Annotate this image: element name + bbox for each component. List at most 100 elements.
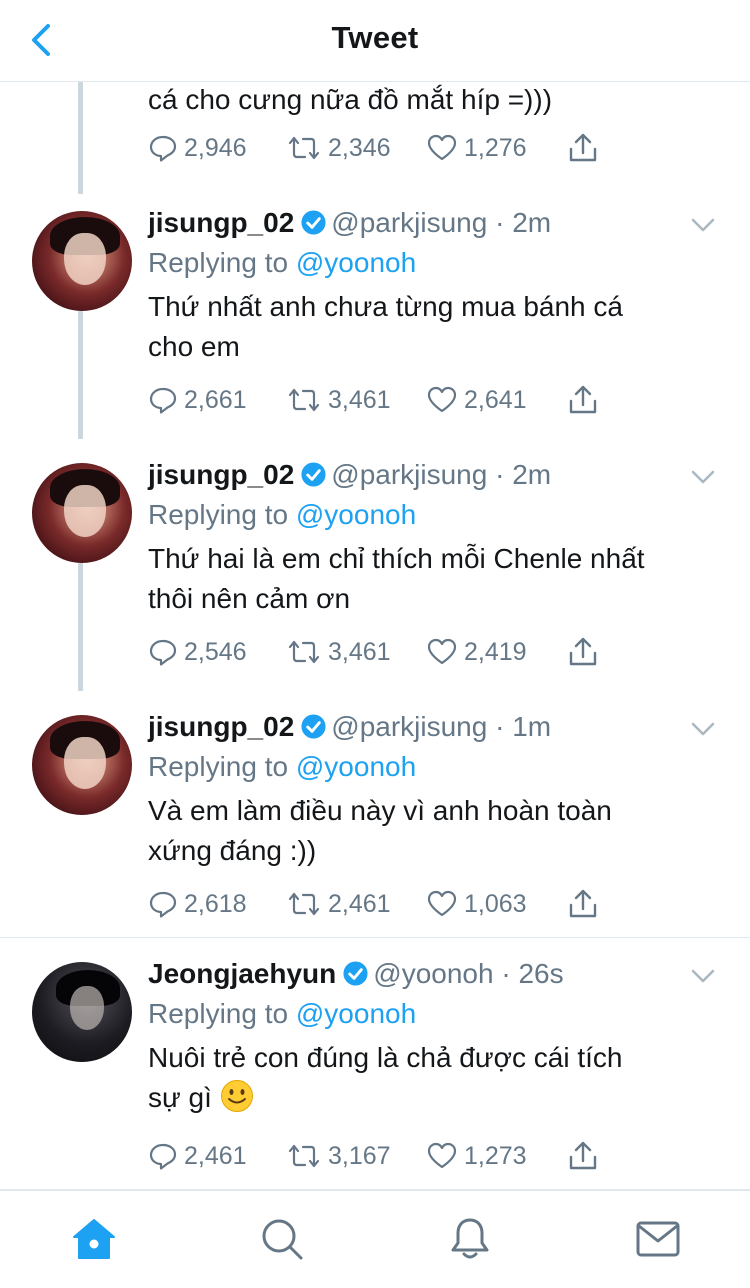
like-button[interactable]: 2,641 [426, 382, 527, 418]
reply-count: 2,618 [184, 889, 247, 918]
like-button[interactable]: 2,419 [426, 634, 527, 670]
display-name[interactable]: Jeongjaehyun [148, 958, 336, 989]
timestamp: · 1m [495, 711, 552, 742]
chevron-down-icon[interactable] [690, 469, 716, 485]
share-button[interactable] [566, 382, 606, 418]
tweet[interactable]: Jeongjaehyun @yoonoh · 26s Replying to @y… [0, 938, 750, 1190]
tab-messages[interactable] [628, 1209, 688, 1269]
retweet-button[interactable]: 3,167 [286, 1138, 391, 1174]
replying-to: Replying to @yoonoh [148, 497, 416, 533]
avatar[interactable] [32, 962, 132, 1062]
like-count: 2,641 [464, 385, 527, 414]
like-button[interactable]: 1,273 [426, 1138, 527, 1174]
replying-label: Replying to [148, 998, 289, 1029]
messages-envelope-icon [636, 1221, 680, 1257]
home-icon [73, 1219, 115, 1259]
chevron-down-icon[interactable] [690, 721, 716, 737]
reply-count: 2,946 [184, 133, 247, 162]
slightly-smiling-face-icon [220, 1080, 253, 1112]
bottom-tab-bar [0, 1190, 750, 1288]
tab-home[interactable] [64, 1209, 124, 1269]
tweet-text-line: sự gì [148, 1078, 708, 1118]
tweet-text-line: thôi nên cảm ơn [148, 583, 351, 614]
user-handle[interactable]: @yoonoh [373, 958, 493, 989]
retweet-icon [288, 892, 320, 916]
heart-icon [427, 134, 457, 161]
timestamp: · 2m [495, 207, 552, 238]
retweet-count: 2,346 [328, 133, 391, 162]
display-name[interactable]: jisungp_02 [148, 711, 294, 742]
tweet-actions: 2,661 3,461 2,641 [148, 382, 618, 418]
display-name[interactable]: jisungp_02 [148, 459, 294, 490]
tweet[interactable]: jisungp_02 @parkjisung · 1m Replying to @… [0, 691, 750, 938]
tab-notifications[interactable] [440, 1209, 500, 1269]
tweet-header: jisungp_02 @parkjisung · 1m [148, 709, 551, 745]
like-button[interactable]: 1,063 [426, 886, 527, 922]
display-name[interactable]: jisungp_02 [148, 207, 294, 238]
retweet-button[interactable]: 3,461 [286, 634, 391, 670]
mention-link[interactable]: @yoonoh [296, 751, 416, 782]
page-title: Tweet [331, 20, 419, 55]
top-nav-bar: Tweet [0, 0, 750, 82]
share-icon [569, 889, 597, 918]
heart-icon [427, 386, 457, 413]
verified-badge-icon [301, 462, 326, 487]
reply-count: 2,461 [184, 1141, 247, 1170]
tweet-actions: 2,946 2,346 1,276 [148, 130, 618, 166]
share-button[interactable] [566, 886, 606, 922]
avatar[interactable] [32, 463, 132, 563]
tweet-text-fragment: sự gì [148, 1082, 212, 1113]
mention-link[interactable]: @yoonoh [296, 998, 416, 1029]
chevron-down-icon[interactable] [690, 968, 716, 984]
avatar[interactable] [32, 211, 132, 311]
tweet-text-line: Nuôi trẻ con đúng là chả được cái tích [148, 1042, 623, 1073]
reply-icon [149, 387, 177, 414]
retweet-icon [288, 1144, 320, 1168]
tweet-text: Thứ hai là em chỉ thích mỗi Chenle nhất … [148, 539, 708, 619]
thread-line [78, 563, 83, 691]
share-button[interactable] [566, 130, 606, 166]
retweet-icon [288, 640, 320, 664]
mention-link[interactable]: @yoonoh [296, 247, 416, 278]
reply-button[interactable]: 2,946 [148, 130, 247, 166]
like-button[interactable]: 1,276 [426, 130, 527, 166]
replying-to: Replying to @yoonoh [148, 749, 416, 785]
mention-link[interactable]: @yoonoh [296, 499, 416, 530]
reply-button[interactable]: 2,461 [148, 1138, 247, 1174]
tweet-text: cá cho cưng nữa đồ mắt híp =))) [148, 84, 553, 115]
retweet-button[interactable]: 2,346 [286, 130, 391, 166]
like-count: 2,419 [464, 637, 527, 666]
retweet-button[interactable]: 3,461 [286, 382, 391, 418]
reply-button[interactable]: 2,661 [148, 382, 247, 418]
reply-button[interactable]: 2,618 [148, 886, 247, 922]
user-handle[interactable]: @parkjisung [331, 711, 487, 742]
user-handle[interactable]: @parkjisung [331, 207, 487, 238]
replying-to: Replying to @yoonoh [148, 996, 416, 1032]
share-icon [569, 133, 597, 162]
tweet[interactable]: jisungp_02 @parkjisung · 2m Replying to @… [0, 187, 750, 439]
replying-label: Replying to [148, 499, 289, 530]
retweet-button[interactable]: 2,461 [286, 886, 391, 922]
avatar[interactable] [32, 715, 132, 815]
reply-button[interactable]: 2,546 [148, 634, 247, 670]
tab-search[interactable] [252, 1209, 312, 1269]
tweet-actions: 2,618 2,461 1,063 [148, 886, 618, 922]
reply-icon [149, 135, 177, 162]
tweet-header: jisungp_02 @parkjisung · 2m [148, 457, 551, 493]
chevron-down-icon[interactable] [690, 217, 716, 233]
tweet-actions: 2,546 3,461 2,419 [148, 634, 618, 670]
share-button[interactable] [566, 634, 606, 670]
tweet-header: jisungp_02 @parkjisung · 2m [148, 205, 551, 241]
tweet-actions: 2,461 3,167 1,273 [148, 1138, 618, 1174]
timestamp: · 26s [501, 958, 564, 989]
tweet-text-line: Thứ nhất anh chưa từng mua bánh cá [148, 291, 623, 322]
notifications-bell-icon [451, 1218, 489, 1259]
tweet[interactable]: jisungp_02 @parkjisung · 2m Replying to @… [0, 439, 750, 691]
tweet-text-line: Và em làm điều này vì anh hoàn toàn [148, 795, 612, 826]
like-count: 1,276 [464, 133, 527, 162]
like-count: 1,273 [464, 1141, 527, 1170]
share-button[interactable] [566, 1138, 606, 1174]
partial-tweet[interactable]: cá cho cưng nữa đồ mắt híp =))) 2,946 2,… [0, 82, 750, 194]
user-handle[interactable]: @parkjisung [331, 459, 487, 490]
search-icon [262, 1219, 303, 1260]
